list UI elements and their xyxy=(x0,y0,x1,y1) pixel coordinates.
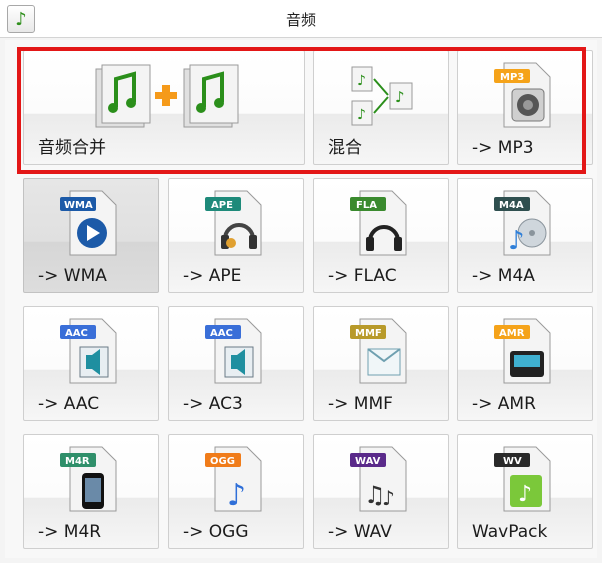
tile-label: -> AMR xyxy=(472,394,536,414)
svg-text:MP3: MP3 xyxy=(500,72,524,83)
tile-label: -> FLAC xyxy=(328,266,397,286)
mp3-file-icon: MP3 xyxy=(494,62,551,128)
tile-label: -> WMA xyxy=(38,266,107,286)
wavpack-file-icon: WV ♪ xyxy=(494,446,551,512)
tile-label: WavPack xyxy=(472,522,548,542)
ape-file-icon: APE xyxy=(205,190,262,256)
audio-merge-icon xyxy=(95,64,239,128)
window-title: 音频 xyxy=(285,11,316,29)
ogg-file-icon: OGG ♪ xyxy=(205,446,262,513)
svg-text:AAC: AAC xyxy=(210,328,233,339)
svg-text:APE: APE xyxy=(211,200,233,211)
audio-mix-icon: ♪ ♪ ♪ xyxy=(351,66,413,126)
svg-text:MMF: MMF xyxy=(355,328,382,339)
svg-text:♪: ♪ xyxy=(382,486,395,510)
mmf-file-icon: MMF xyxy=(350,318,407,384)
convert-mp3-button[interactable]: MP3 -> MP3 xyxy=(457,50,593,165)
svg-text:♪: ♪ xyxy=(357,73,366,89)
svg-text:WAV: WAV xyxy=(355,456,381,467)
svg-text:WV: WV xyxy=(503,456,522,467)
tile-label: -> AAC xyxy=(38,394,100,414)
svg-text:AAC: AAC xyxy=(65,328,88,339)
tile-label: 音频合并 xyxy=(38,138,106,158)
convert-ogg-button[interactable]: OGG ♪ -> OGG xyxy=(168,434,304,549)
tile-label: 混合 xyxy=(328,138,362,158)
tile-label: -> OGG xyxy=(183,522,249,542)
svg-text:WMA: WMA xyxy=(64,200,93,211)
tile-label: -> M4R xyxy=(38,522,102,542)
convert-flac-button[interactable]: FLA -> FLAC xyxy=(313,178,449,293)
convert-aac-button[interactable]: AAC -> AAC xyxy=(23,306,159,421)
audio-merge-button[interactable]: 音频合并 xyxy=(23,50,305,165)
tile-label: -> WAV xyxy=(328,522,392,542)
convert-m4a-button[interactable]: M4A ♪ -> M4A xyxy=(457,178,593,293)
svg-text:M4R: M4R xyxy=(65,456,90,467)
svg-text:♪: ♪ xyxy=(357,107,366,123)
svg-text:♪: ♪ xyxy=(518,482,532,507)
tile-label: -> APE xyxy=(183,266,242,286)
convert-amr-button[interactable]: AMR -> AMR xyxy=(457,306,593,421)
convert-wavpack-button[interactable]: WV ♪ WavPack xyxy=(457,434,593,549)
tile-label: -> AC3 xyxy=(183,394,243,414)
svg-text:OGG: OGG xyxy=(210,456,235,467)
svg-text:♪: ♪ xyxy=(508,226,525,256)
svg-text:M4A: M4A xyxy=(499,200,524,211)
aac-file-icon: AAC xyxy=(60,318,117,384)
convert-ape-button[interactable]: APE -> APE xyxy=(168,178,304,293)
convert-ac3-button[interactable]: AAC -> AC3 xyxy=(168,306,304,421)
convert-wma-button[interactable]: WMA -> WMA xyxy=(23,178,159,293)
svg-text:♪: ♪ xyxy=(395,88,405,106)
convert-wav-button[interactable]: WAV ♫ ♪ -> WAV xyxy=(313,434,449,549)
convert-m4r-button[interactable]: M4R -> M4R xyxy=(23,434,159,549)
flac-file-icon: FLA xyxy=(350,190,407,256)
convert-mmf-button[interactable]: MMF -> MMF xyxy=(313,306,449,421)
tile-label: -> M4A xyxy=(472,266,535,286)
tile-label: -> MMF xyxy=(328,394,393,414)
svg-text:♪: ♪ xyxy=(227,478,246,513)
tile-label: -> MP3 xyxy=(472,138,534,158)
audio-mix-button[interactable]: ♪ ♪ ♪ 混合 xyxy=(313,50,449,165)
m4a-file-icon: M4A ♪ xyxy=(494,190,551,256)
title-bar: ♪ 音频 xyxy=(0,0,602,38)
ac3-file-icon: AAC xyxy=(205,318,262,384)
wav-file-icon: WAV ♫ ♪ xyxy=(350,446,407,512)
wma-file-icon: WMA xyxy=(60,190,117,256)
amr-file-icon: AMR xyxy=(494,318,551,384)
m4r-file-icon: M4R xyxy=(60,446,117,512)
audio-tools-panel: 音频合并 ♪ ♪ ♪ 混合 MP3 -> MP3 WMA -> WMA APE … xyxy=(5,40,597,558)
svg-text:AMR: AMR xyxy=(499,328,525,339)
svg-text:FLA: FLA xyxy=(356,200,377,211)
